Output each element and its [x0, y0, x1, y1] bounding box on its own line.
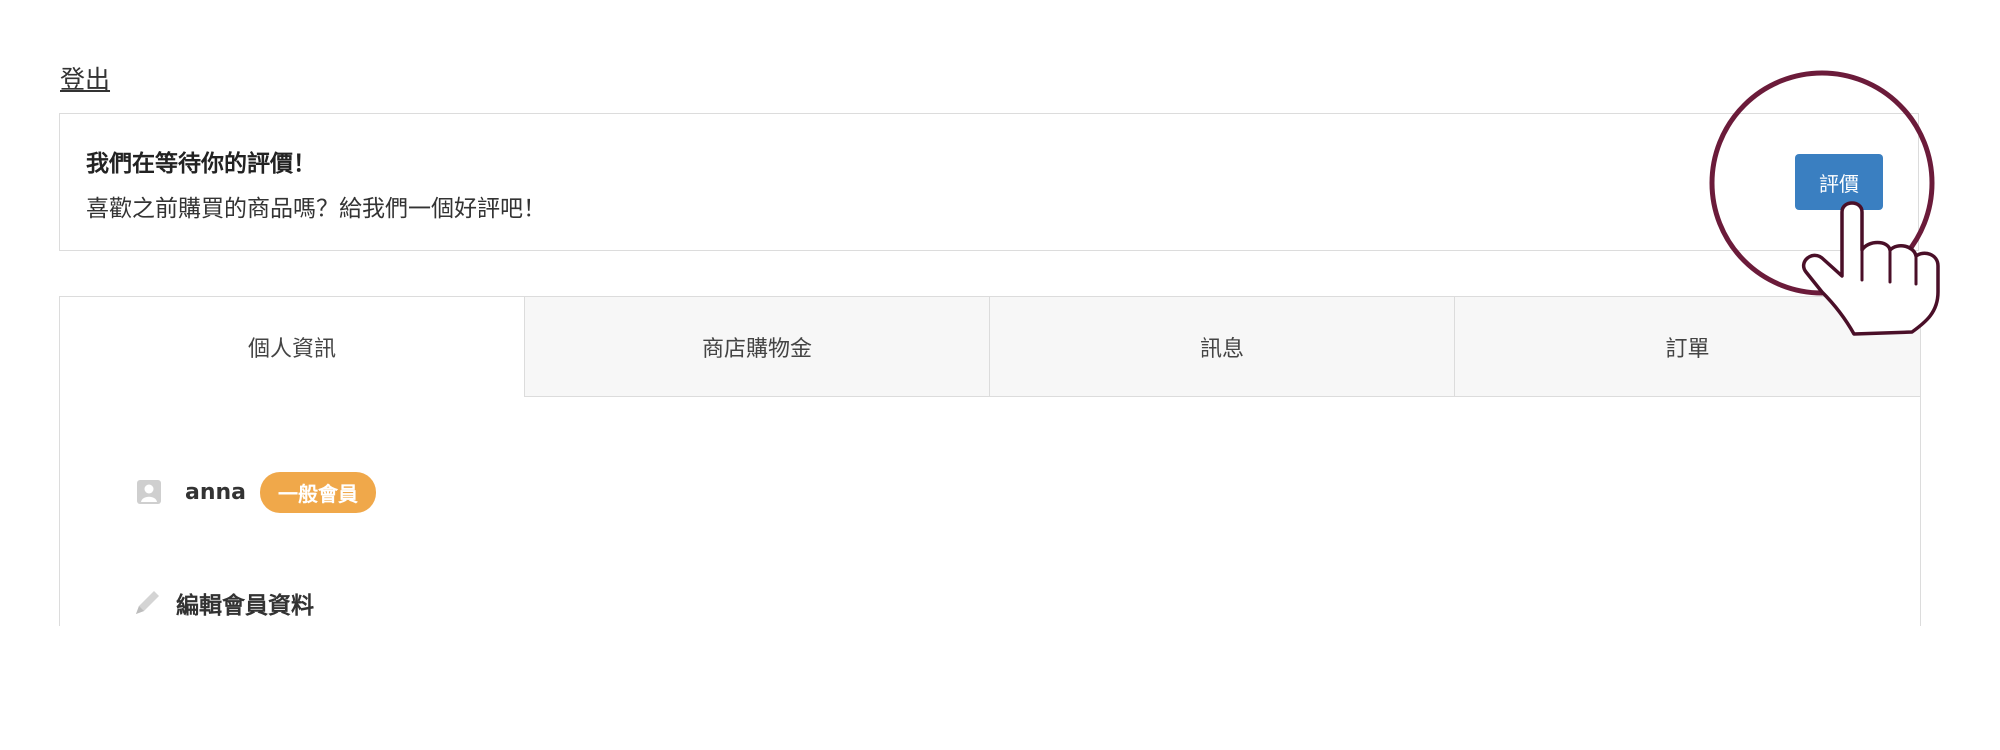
review-banner-subtitle: 喜歡之前購買的商品嗎？給我們一個好評吧！ [86, 196, 546, 222]
logout-link[interactable]: 登出 [60, 60, 110, 96]
member-level-badge: 一般會員 [260, 471, 377, 513]
edit-profile-label: 編輯會員資料 [176, 593, 314, 619]
review-banner-title: 我們在等待你的評價！ [86, 151, 316, 177]
tab-store-credit[interactable]: 商店購物金 [524, 296, 990, 397]
review-banner: 我們在等待你的評價！ 喜歡之前購買的商品嗎？給我們一個好評吧！ [59, 113, 1919, 251]
user-card-icon [137, 480, 161, 504]
edit-profile-link[interactable]: 編輯會員資料 [130, 586, 314, 620]
account-tabs: 個人資訊 商店購物金 訊息 訂單 [59, 296, 1921, 397]
tab-messages[interactable]: 訊息 [989, 296, 1455, 397]
pencil-icon [136, 591, 159, 614]
tab-profile[interactable]: 個人資訊 [59, 296, 525, 397]
user-info-row: anna 一般會員 [135, 471, 377, 513]
review-button[interactable]: 評價 [1795, 154, 1883, 210]
username: anna [185, 479, 247, 505]
tab-orders[interactable]: 訂單 [1454, 296, 1921, 397]
